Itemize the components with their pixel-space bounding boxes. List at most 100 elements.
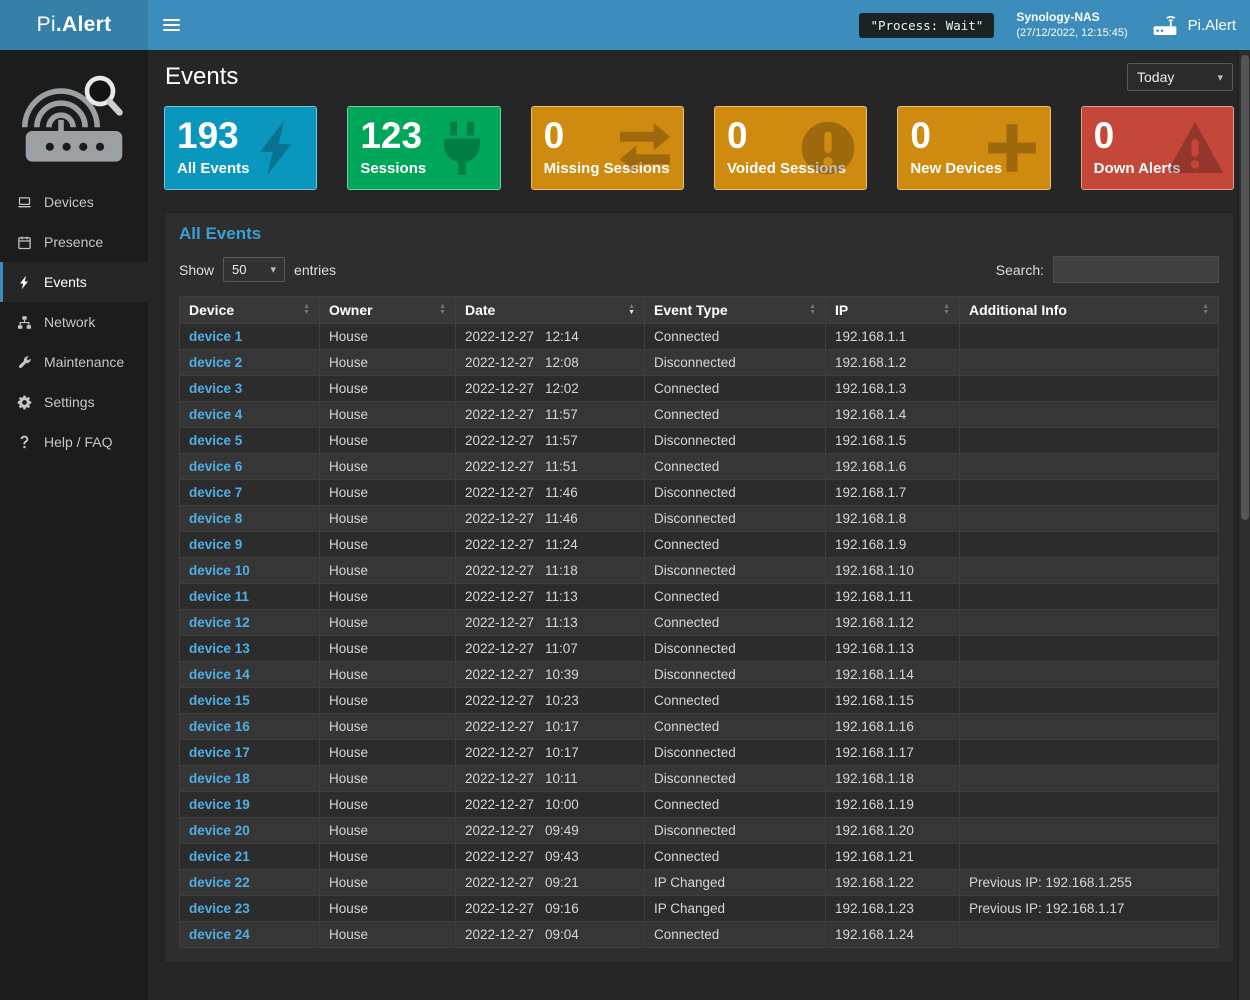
device-link[interactable]: device 1 <box>189 329 242 344</box>
card-new-devices[interactable]: 0New Devices <box>897 106 1050 190</box>
device-cell: device 23 <box>180 896 320 922</box>
bolt-icon <box>16 275 33 290</box>
sidebar-item-network[interactable]: Network <box>0 302 148 342</box>
column-header-device[interactable]: Device▲▼ <box>180 297 320 324</box>
period-select[interactable]: Today ▾ <box>1127 63 1233 91</box>
vertical-scrollbar[interactable] <box>1238 50 1250 1000</box>
device-link[interactable]: device 22 <box>189 875 250 890</box>
host-timestamp: (27/12/2022, 12:15:45) <box>1016 26 1127 41</box>
event-type-cell: Disconnected <box>645 818 826 844</box>
device-link[interactable]: device 15 <box>189 693 250 708</box>
app-logo[interactable]: Pi.Alert <box>0 0 148 50</box>
sidebar-item-devices[interactable]: Devices <box>0 182 148 222</box>
device-link[interactable]: device 8 <box>189 511 242 526</box>
column-header-date[interactable]: Date▲▼ <box>456 297 645 324</box>
ip-cell: 192.168.1.14 <box>826 662 960 688</box>
owner-cell: House <box>320 506 456 532</box>
ip-cell: 192.168.1.7 <box>826 480 960 506</box>
additional-info-cell <box>960 558 1219 584</box>
device-link[interactable]: device 23 <box>189 901 250 916</box>
column-header-event-type[interactable]: Event Type▲▼ <box>645 297 826 324</box>
device-link[interactable]: device 20 <box>189 823 250 838</box>
column-header-ip[interactable]: IP▲▼ <box>826 297 960 324</box>
chevron-down-icon: ▾ <box>271 263 277 276</box>
date-cell: 2022-12-2710:23 <box>456 688 645 714</box>
additional-info-cell <box>960 844 1219 870</box>
additional-info-cell <box>960 454 1219 480</box>
event-type-cell: Connected <box>645 610 826 636</box>
device-link[interactable]: device 16 <box>189 719 250 734</box>
search-input[interactable] <box>1053 256 1219 283</box>
event-type-cell: IP Changed <box>645 896 826 922</box>
table-row: device 24House2022-12-2709:04Connected19… <box>180 922 1219 948</box>
device-link[interactable]: device 3 <box>189 381 242 396</box>
card-all-events[interactable]: 193All Events <box>164 106 317 190</box>
card-voided-sessions[interactable]: 0Voided Sessions <box>714 106 867 190</box>
card-down-alerts[interactable]: 0Down Alerts <box>1081 106 1234 190</box>
table-header-row: Device▲▼Owner▲▼Date▲▼Event Type▲▼IP▲▼Add… <box>180 297 1219 324</box>
network-icon <box>16 315 33 330</box>
owner-cell: House <box>320 480 456 506</box>
event-type-cell: IP Changed <box>645 870 826 896</box>
additional-info-cell <box>960 766 1219 792</box>
ip-cell: 192.168.1.11 <box>826 584 960 610</box>
card-sessions[interactable]: 123Sessions <box>347 106 500 190</box>
event-type-cell: Connected <box>645 714 826 740</box>
device-link[interactable]: device 2 <box>189 355 242 370</box>
device-link[interactable]: device 12 <box>189 615 250 630</box>
table-row: device 9House2022-12-2711:24Connected192… <box>180 532 1219 558</box>
device-link[interactable]: device 5 <box>189 433 242 448</box>
sidebar-toggle-button[interactable] <box>148 0 194 50</box>
device-cell: device 18 <box>180 766 320 792</box>
events-table-body: device 1House2022-12-2712:14Connected192… <box>180 324 1219 948</box>
sidebar-item-presence[interactable]: Presence <box>0 222 148 262</box>
additional-info-cell <box>960 402 1219 428</box>
sort-icon: ▲▼ <box>628 304 635 317</box>
ip-cell: 192.168.1.13 <box>826 636 960 662</box>
device-link[interactable]: device 4 <box>189 407 242 422</box>
device-link[interactable]: device 7 <box>189 485 242 500</box>
device-cell: device 11 <box>180 584 320 610</box>
device-link[interactable]: device 6 <box>189 459 242 474</box>
page-length-select[interactable]: 50 ▾ <box>223 257 285 282</box>
device-cell: device 1 <box>180 324 320 350</box>
entries-label: entries <box>294 262 336 278</box>
column-header-owner[interactable]: Owner▲▼ <box>320 297 456 324</box>
event-type-cell: Connected <box>645 324 826 350</box>
ip-cell: 192.168.1.15 <box>826 688 960 714</box>
sort-icon: ▲▼ <box>439 304 446 317</box>
navbar: "Process: Wait" Synology-NAS (27/12/2022… <box>148 0 1250 50</box>
device-link[interactable]: device 13 <box>189 641 250 656</box>
search-control: Search: <box>996 256 1219 283</box>
device-link[interactable]: device 17 <box>189 745 250 760</box>
date-cell: 2022-12-2709:21 <box>456 870 645 896</box>
date-cell: 2022-12-2710:39 <box>456 662 645 688</box>
column-header-additional-info[interactable]: Additional Info▲▼ <box>960 297 1219 324</box>
header-brand[interactable]: Pi.Alert <box>1150 12 1236 38</box>
owner-cell: House <box>320 792 456 818</box>
additional-info-cell <box>960 636 1219 662</box>
device-link[interactable]: device 18 <box>189 771 250 786</box>
sidebar-item-label: Settings <box>44 394 95 410</box>
device-link[interactable]: device 10 <box>189 563 250 578</box>
device-link[interactable]: device 14 <box>189 667 250 682</box>
sidebar-item-settings[interactable]: Settings <box>0 382 148 422</box>
device-link[interactable]: device 19 <box>189 797 250 812</box>
additional-info-cell <box>960 324 1219 350</box>
device-link[interactable]: device 24 <box>189 927 250 942</box>
additional-info-cell <box>960 740 1219 766</box>
device-link[interactable]: device 9 <box>189 537 242 552</box>
sidebar-item-maintenance[interactable]: Maintenance <box>0 342 148 382</box>
date-cell: 2022-12-2710:17 <box>456 740 645 766</box>
sidebar-item-events[interactable]: Events <box>0 262 148 302</box>
events-panel: All Events Show 50 ▾ entries Search: <box>164 212 1234 963</box>
date-cell: 2022-12-2711:13 <box>456 584 645 610</box>
device-link[interactable]: device 11 <box>189 589 249 604</box>
card-missing-sessions[interactable]: 0Missing Sessions <box>531 106 684 190</box>
device-cell: device 4 <box>180 402 320 428</box>
ip-cell: 192.168.1.8 <box>826 506 960 532</box>
sidebar-item-help-faq[interactable]: Help / FAQ <box>0 422 148 462</box>
ip-cell: 192.168.1.21 <box>826 844 960 870</box>
scrollbar-thumb[interactable] <box>1241 55 1249 520</box>
device-link[interactable]: device 21 <box>189 849 250 864</box>
